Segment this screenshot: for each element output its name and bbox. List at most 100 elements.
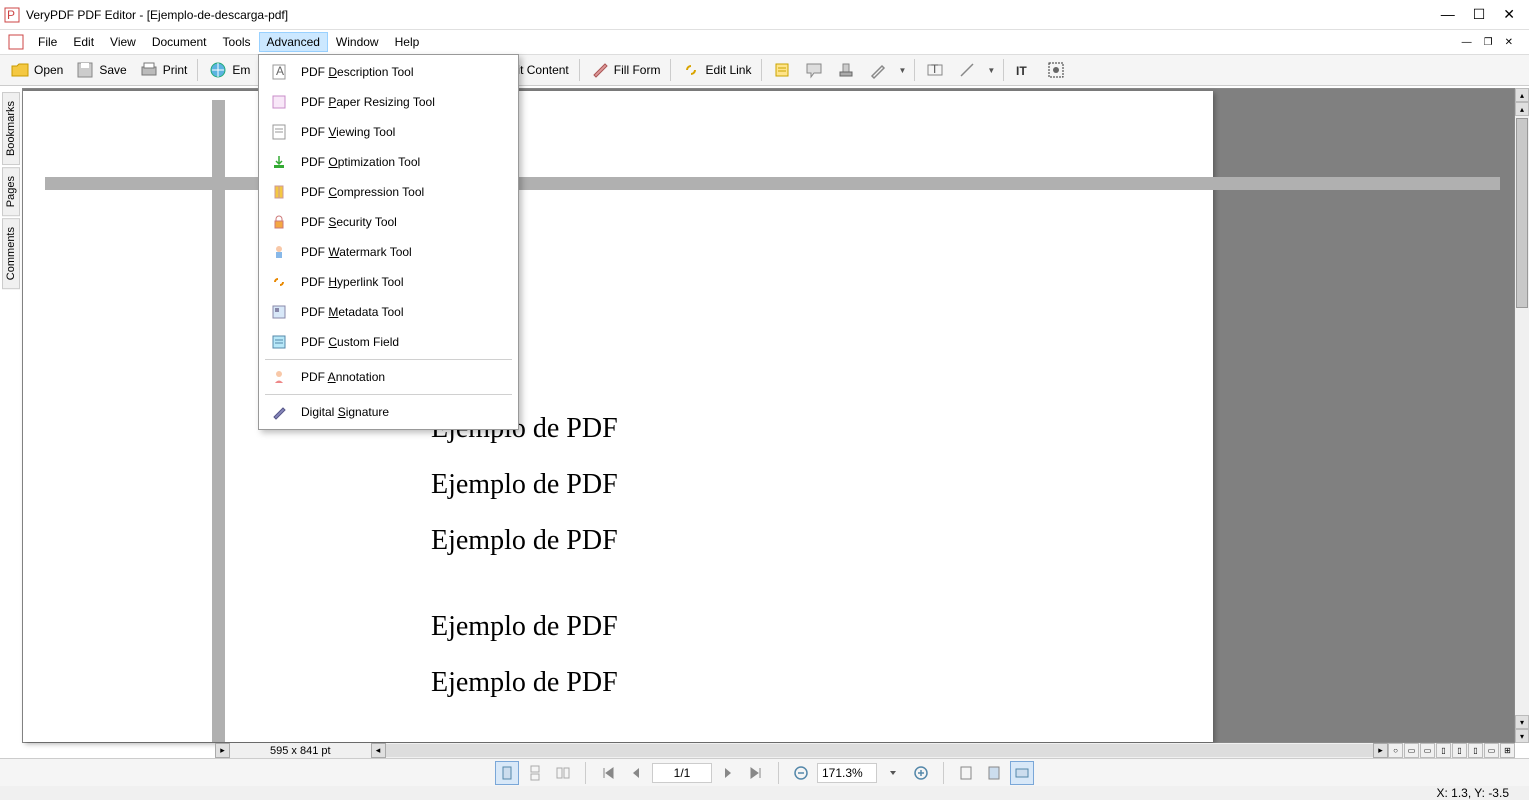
edit-link-button[interactable]: Edit Link (675, 57, 757, 83)
menu-window[interactable]: Window (328, 32, 387, 52)
menu-file[interactable]: File (30, 32, 65, 52)
line-icon (957, 60, 977, 80)
scroll-right-button[interactable]: ▸ (1373, 743, 1388, 758)
menu-pdf-watermark-tool[interactable]: PDF Watermark Tool (261, 237, 516, 267)
menu-pdf-hyperlink-tool[interactable]: PDF Hyperlink Tool (261, 267, 516, 297)
menu-pdf-security-tool[interactable]: PDF Security Tool (261, 207, 516, 237)
page-dimensions-label: 595 x 841 pt (230, 745, 371, 757)
scroll-up-button[interactable]: ▴ (1515, 88, 1529, 102)
note-icon (772, 60, 792, 80)
menu-separator (265, 394, 512, 395)
edit-content-button[interactable]: it Content (511, 60, 574, 80)
pencil-tool-button[interactable] (862, 57, 894, 83)
menu-edit[interactable]: Edit (65, 32, 102, 52)
first-page-button[interactable] (596, 761, 620, 785)
menu-help[interactable]: Help (387, 32, 428, 52)
vertical-scrollbar[interactable]: ▴ ▴ ▾ ▾ (1515, 88, 1529, 743)
menu-advanced[interactable]: Advanced (259, 32, 328, 52)
image-select-tool-button[interactable] (1040, 57, 1072, 83)
mini-tool-7[interactable]: ▭ (1484, 743, 1499, 758)
maximize-button[interactable]: ☐ (1473, 6, 1486, 23)
email-button[interactable]: Em (202, 57, 256, 83)
menu-pdf-description-tool[interactable]: A PDF Description Tool (261, 57, 516, 87)
image-select-icon (1046, 60, 1066, 80)
link-icon (681, 60, 701, 80)
menu-pdf-metadata-tool[interactable]: PDF Metadata Tool (261, 297, 516, 327)
zoom-dropdown-button[interactable] (881, 761, 905, 785)
mdi-minimize-button[interactable]: — (1458, 37, 1476, 48)
menu-document[interactable]: Document (144, 32, 215, 52)
comments-tab[interactable]: Comments (2, 218, 20, 289)
prev-page-button[interactable] (624, 761, 648, 785)
actual-size-button[interactable] (954, 761, 978, 785)
menu-pdf-compression-tool[interactable]: PDF Compression Tool (261, 177, 516, 207)
pencil-form-icon (590, 60, 610, 80)
mini-tool-2[interactable]: ▭ (1404, 743, 1419, 758)
zoom-level-input[interactable] (817, 763, 877, 783)
menu-pdf-optimization-tool[interactable]: PDF Optimization Tool (261, 147, 516, 177)
line-tool-button[interactable] (951, 57, 983, 83)
fit-width-button[interactable] (1010, 761, 1034, 785)
menu-pdf-custom-field[interactable]: PDF Custom Field (261, 327, 516, 357)
mini-tool-5[interactable]: ▯ (1452, 743, 1467, 758)
next-page-button[interactable] (716, 761, 740, 785)
mdi-icon (8, 34, 24, 50)
stamp-icon (836, 60, 856, 80)
menu-item-label: PDF Description Tool (301, 65, 414, 79)
scroll-left-button[interactable]: ◂ (371, 743, 386, 758)
menu-pdf-paper-resizing-tool[interactable]: PDF Paper Resizing Tool (261, 87, 516, 117)
text-select-tool-button[interactable]: IT (1008, 57, 1040, 83)
lock-icon (269, 212, 289, 232)
mini-tool-4[interactable]: ▯ (1436, 743, 1451, 758)
mini-tool-8[interactable]: ⊞ (1500, 743, 1515, 758)
single-page-button[interactable] (495, 761, 519, 785)
custom-field-icon (269, 332, 289, 352)
toolbar-separator (914, 59, 915, 81)
save-button[interactable]: Save (69, 57, 132, 83)
mini-tool-6[interactable]: ▯ (1468, 743, 1483, 758)
open-button[interactable]: Open (4, 57, 69, 83)
page-number-input[interactable] (652, 763, 712, 783)
minimize-button[interactable]: — (1441, 6, 1455, 23)
menu-digital-signature[interactable]: Digital Signature (261, 397, 516, 427)
open-folder-icon (10, 60, 30, 80)
stamp-tool-button[interactable] (830, 57, 862, 83)
close-button[interactable]: ✕ (1503, 6, 1515, 23)
note-tool-button[interactable] (766, 57, 798, 83)
mdi-restore-button[interactable]: ❐ (1480, 37, 1497, 48)
scroll-down-button[interactable]: ▾ (1515, 729, 1529, 743)
mini-tool-3[interactable]: ▭ (1420, 743, 1435, 758)
menu-pdf-viewing-tool[interactable]: PDF Viewing Tool (261, 117, 516, 147)
pencil-dropdown-arrow[interactable]: ▼ (894, 66, 910, 75)
menu-pdf-annotation[interactable]: PDF Annotation (261, 362, 516, 392)
fit-page-button[interactable] (982, 761, 1006, 785)
facing-page-button[interactable] (551, 761, 575, 785)
fill-form-button[interactable]: Fill Form (584, 57, 667, 83)
scroll-down-button-2[interactable]: ▾ (1515, 715, 1529, 729)
document-viewport[interactable]: de PDF de PDF Ejemplo de PDF Ejemplo de … (22, 88, 1515, 743)
menu-item-label: PDF Metadata Tool (301, 305, 404, 319)
mini-tool-1[interactable]: ○ (1388, 743, 1403, 758)
mdi-close-button[interactable]: ✕ (1501, 37, 1517, 48)
print-button[interactable]: Print (133, 57, 194, 83)
scroll-up-button-2[interactable]: ▴ (1515, 102, 1529, 116)
menu-item-label: PDF Viewing Tool (301, 125, 395, 139)
menu-view[interactable]: View (102, 32, 144, 52)
zoom-in-button[interactable] (909, 761, 933, 785)
globe-icon (208, 60, 228, 80)
pages-tab[interactable]: Pages (2, 167, 20, 216)
text-box-tool-button[interactable]: T (919, 57, 951, 83)
comment-tool-button[interactable] (798, 57, 830, 83)
bookmarks-tab[interactable]: Bookmarks (2, 92, 20, 165)
zoom-out-button[interactable] (789, 761, 813, 785)
toolbar-separator (670, 59, 671, 81)
hscroll-track[interactable] (386, 744, 1373, 757)
continuous-page-button[interactable] (523, 761, 547, 785)
last-page-button[interactable] (744, 761, 768, 785)
line-dropdown-arrow[interactable]: ▼ (983, 66, 999, 75)
menu-tools[interactable]: Tools (215, 32, 259, 52)
panel-toggle-button[interactable]: ▸ (215, 743, 230, 758)
svg-text:A: A (276, 64, 284, 78)
edit-link-label: Edit Link (705, 63, 751, 77)
scroll-thumb[interactable] (1516, 118, 1528, 308)
